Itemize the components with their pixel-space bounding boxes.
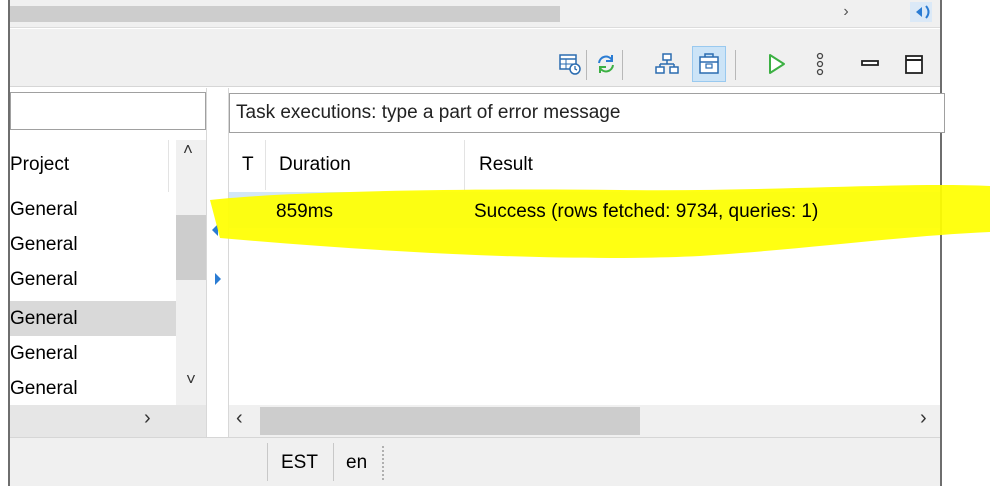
scroll-right-arrow-icon[interactable]: › [838, 2, 854, 22]
status-divider [333, 443, 334, 481]
status-grip-handle[interactable] [382, 446, 386, 480]
window-right-border [940, 0, 942, 486]
timezone-indicator[interactable]: EST [281, 452, 318, 474]
list-item[interactable]: General [10, 227, 176, 262]
result-cell: Success (rows fetched: 9734, queries: 1) [474, 201, 819, 222]
toolbar-separator [622, 50, 623, 80]
run-play-icon[interactable] [764, 52, 788, 76]
splitter-arrows-icon[interactable] [206, 88, 228, 437]
error-message-filter[interactable] [229, 93, 945, 133]
package-box-icon[interactable] [697, 52, 721, 76]
refresh-sync-icon[interactable] [594, 52, 618, 76]
list-item[interactable]: General [10, 192, 176, 227]
scroll-left-icon[interactable]: ‹ [236, 407, 243, 430]
column-divider [265, 140, 266, 190]
locale-indicator[interactable]: en [346, 452, 367, 474]
list-item[interactable]: General [10, 371, 176, 406]
more-options-icon[interactable] [808, 52, 832, 76]
status-divider [267, 443, 268, 481]
column-header-duration[interactable]: Duration [279, 154, 351, 176]
hierarchy-tree-icon[interactable] [655, 52, 679, 76]
column-header-type[interactable]: T [242, 154, 254, 176]
right-horizontal-scrollbar-thumb[interactable] [260, 407, 640, 435]
maximize-icon[interactable] [902, 52, 926, 76]
toolbar-separator [735, 50, 736, 80]
error-filter-input[interactable] [230, 94, 944, 132]
scroll-right-icon[interactable]: › [144, 407, 151, 430]
splitter-edge [228, 88, 229, 437]
list-item[interactable]: General [10, 336, 176, 371]
splitter-edge [206, 88, 207, 437]
left-vertical-scrollbar-thumb[interactable] [176, 215, 206, 280]
column-header-result[interactable]: Result [479, 154, 533, 176]
scroll-down-icon[interactable]: ˅ [186, 370, 196, 390]
column-divider [464, 140, 465, 190]
top-scrollbar-thumb[interactable] [10, 6, 560, 22]
toolbar-separator [586, 50, 587, 80]
left-horizontal-scrollbar[interactable] [10, 405, 206, 437]
status-bar [10, 437, 940, 486]
left-filter-input[interactable] [10, 92, 206, 130]
project-column-header[interactable]: Project [10, 154, 69, 176]
view-toolbar [10, 29, 940, 87]
column-divider [168, 140, 169, 192]
duration-cell: 859ms [276, 201, 334, 222]
list-item[interactable]: General [10, 262, 176, 297]
scroll-up-icon[interactable]: ˄ [183, 140, 193, 160]
scroll-right-icon[interactable]: › [920, 407, 927, 430]
list-item-selected[interactable]: General [10, 301, 176, 336]
pane-splitter[interactable] [206, 88, 228, 437]
schedule-table-icon[interactable] [558, 52, 582, 76]
link-editor-icon[interactable] [906, 2, 934, 24]
minimize-icon[interactable] [858, 52, 882, 76]
